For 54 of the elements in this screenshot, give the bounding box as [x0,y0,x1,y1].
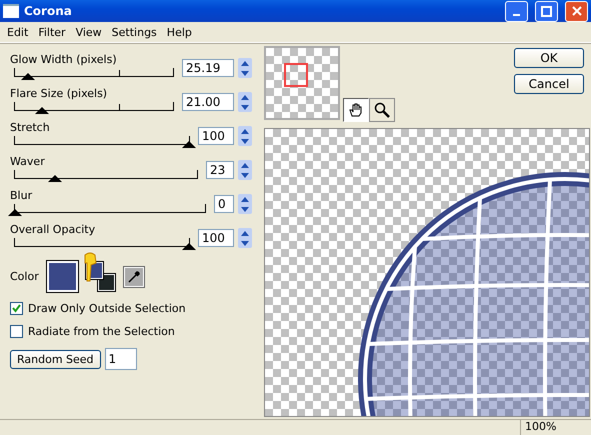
pointing-hand-icon [82,251,98,283]
dialog-button[interactable]: Cancel [514,74,584,94]
value-field[interactable]: 0 [214,195,234,213]
menu-item[interactable]: View [70,24,107,40]
random-seed-button[interactable]: Random Seed [10,350,101,368]
menu-item[interactable]: Help [162,24,197,40]
window-title: Corona [24,4,73,18]
slider-label: Stretch [10,121,51,134]
slider-label: Glow Width (pixels) [10,53,118,66]
seed-field[interactable]: 1 [104,348,137,370]
minimize-icon [513,14,520,16]
value-field[interactable]: 21.00 [182,93,234,111]
close-button[interactable] [565,0,588,22]
checkbox[interactable] [10,325,23,338]
dialog-button[interactable]: OK [514,48,584,68]
checkbox[interactable] [10,302,23,315]
maximize-icon [541,6,552,16]
spinner-arrows-icon[interactable] [238,58,252,78]
close-icon [572,6,582,16]
search-icon [374,102,390,118]
zoom-level: 100% [520,420,575,435]
checkbox-label: Draw Only Outside Selection [28,302,186,315]
app-icon [3,4,19,18]
slider-label: Overall Opacity [10,223,96,236]
slider-label: Blur [10,189,34,202]
minimize-button[interactable] [505,0,528,22]
spinner-arrows-icon[interactable] [238,228,252,248]
tool-button[interactable] [369,98,395,122]
value-field[interactable]: 25.19 [182,59,234,77]
slider-label: Waver [10,155,46,168]
spinner-arrows-icon[interactable] [238,126,252,146]
view-rectangle[interactable] [284,63,308,87]
preview-thumbnail[interactable] [264,46,340,120]
color-swatch[interactable] [46,261,78,292]
slider-thumb[interactable] [20,73,35,80]
maximize-button[interactable] [535,0,558,22]
eyedropper-icon[interactable] [124,266,144,286]
value-field[interactable]: 23 [206,161,234,179]
color-label: Color [10,270,39,283]
menu-item[interactable]: Filter [33,24,71,40]
value-field[interactable]: 100 [198,127,234,145]
spinner-arrows-icon[interactable] [238,160,252,180]
slider-thumb[interactable] [48,175,62,182]
tool-button[interactable] [343,98,369,122]
spinner-arrows-icon[interactable] [238,194,252,214]
menu-item[interactable]: Settings [106,24,162,40]
slider-label: Flare Size (pixels) [10,87,108,100]
menu-item[interactable]: Edit [2,24,34,40]
spinner-arrows-icon[interactable] [238,92,252,112]
slider-thumb[interactable] [34,107,49,114]
slider-thumb[interactable] [8,209,22,216]
value-field[interactable]: 100 [198,229,234,247]
checkbox-label: Radiate from the Selection [28,325,175,338]
hand-icon [348,102,364,118]
